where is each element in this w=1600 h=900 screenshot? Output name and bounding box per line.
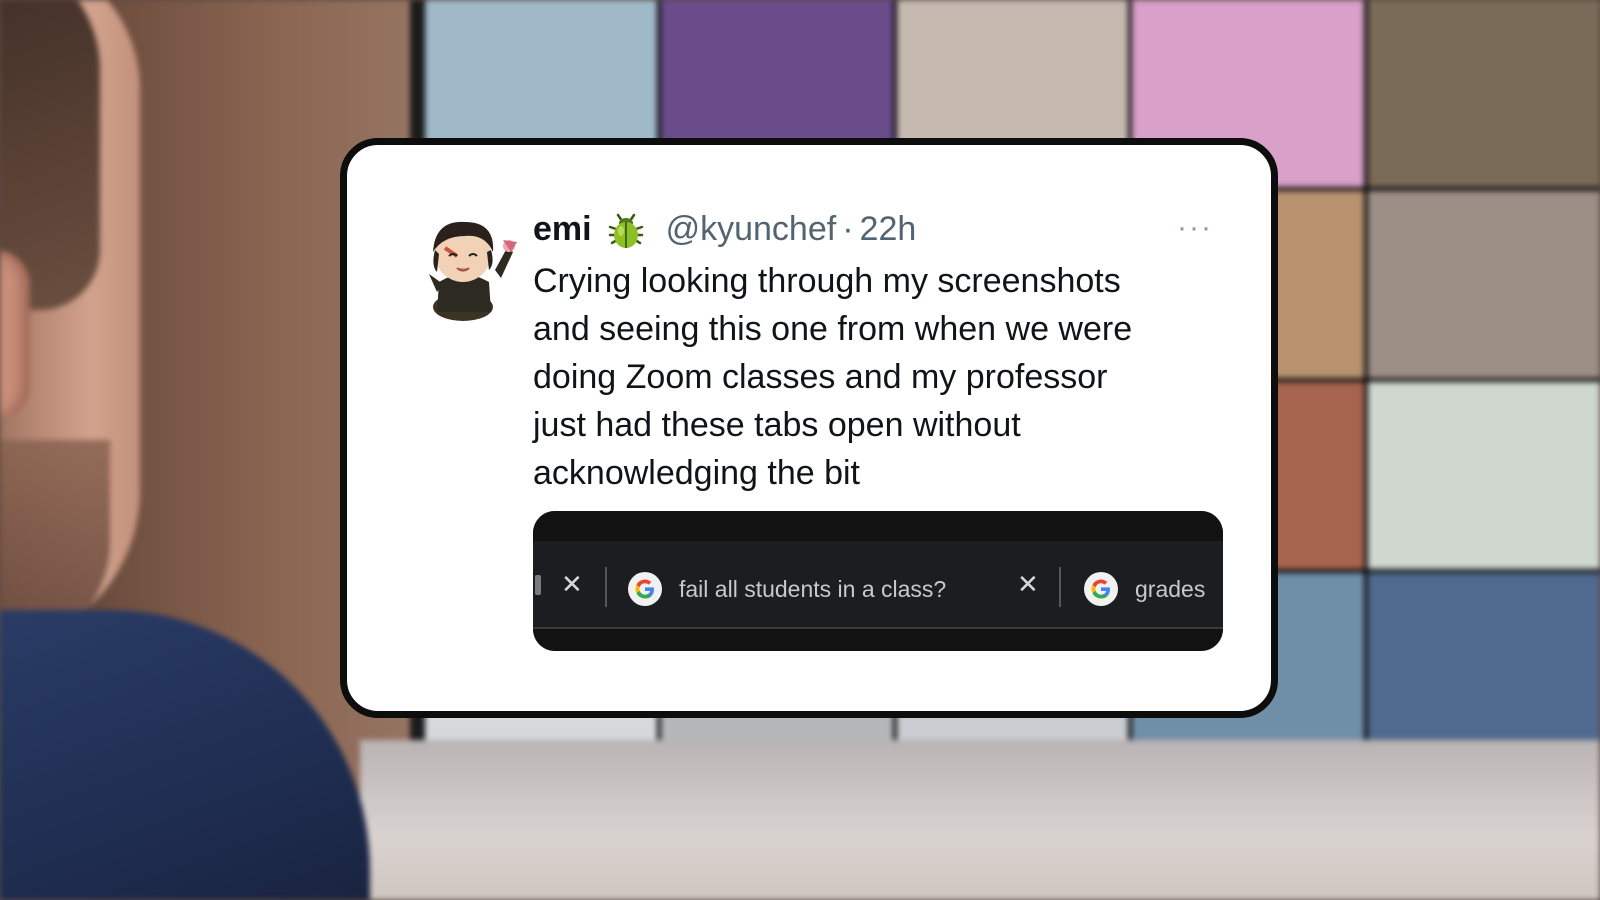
- google-icon: [627, 571, 663, 607]
- browser-top-bar: [533, 511, 1223, 541]
- time-separator: ·: [842, 209, 854, 248]
- tweet-text-line: doing Zoom classes and my professor: [533, 358, 1108, 396]
- close-icon[interactable]: ✕: [561, 569, 583, 600]
- handle[interactable]: @kyunchef: [666, 210, 837, 249]
- tweet-text-line: Crying looking through my screenshots: [533, 262, 1121, 300]
- display-name[interactable]: emi: [533, 210, 592, 249]
- tweet-header: emi @kyunchef · 22h: [533, 205, 916, 253]
- person-silhouette: [0, 0, 370, 900]
- tweet-text-line: acknowledging the bit: [533, 454, 861, 492]
- desk: [360, 740, 1600, 900]
- avatar[interactable]: [411, 212, 521, 322]
- close-icon[interactable]: ✕: [1017, 569, 1039, 600]
- tweet-text-line: and seeing this one from when we were: [533, 310, 1133, 348]
- google-icon: [1083, 571, 1119, 607]
- tweet-card: emi @kyunchef · 22h ··· Crying looking t…: [340, 138, 1278, 718]
- beetle-icon: [604, 207, 648, 251]
- tweet-text-line: just had these tabs open without: [533, 406, 1021, 444]
- attached-screenshot[interactable]: ✕ fail all students in a class? ✕ grades: [533, 511, 1223, 651]
- partial-tab-edge: [535, 575, 541, 595]
- tab-divider: [605, 567, 607, 607]
- tab-title[interactable]: fail all students in a class?: [679, 571, 946, 607]
- browser-address-bar: [533, 627, 1223, 651]
- tweet-text: Crying looking through my screenshots an…: [533, 257, 1223, 497]
- tab-title[interactable]: grades: [1135, 571, 1205, 607]
- tab-divider: [1059, 567, 1061, 607]
- browser-tab-strip: ✕ fail all students in a class? ✕ grades: [533, 559, 1223, 615]
- more-options-icon[interactable]: ···: [1177, 211, 1213, 245]
- timestamp[interactable]: 22h: [860, 210, 917, 249]
